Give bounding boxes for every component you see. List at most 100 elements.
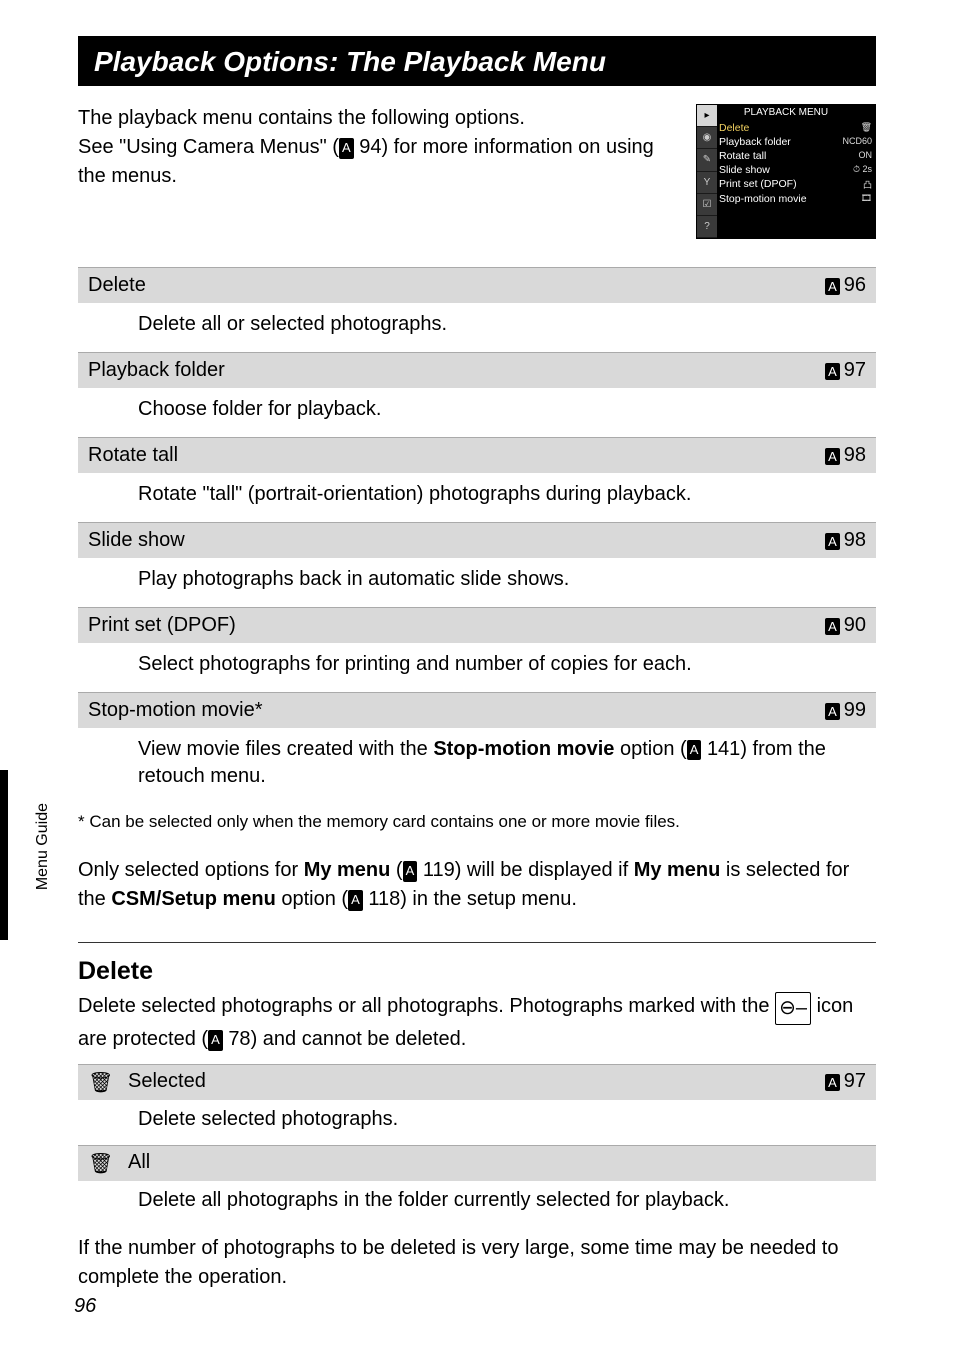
thumb-row-value: ON [859,150,873,162]
thumb-row-value: 凸 [863,178,872,191]
thumb-row-value: 🗑 [861,122,872,134]
footnote: * Can be selected only when the memory c… [78,804,876,856]
menu-row-title: Print set (DPOF) [88,614,236,637]
desc-bold: Stop-motion movie [433,738,614,760]
menu-row-ref-num: 98 [844,529,866,552]
menu-row-ref-num: 98 [844,444,866,467]
note-bold: CSM/Setup menu [111,888,275,910]
desc-text: View movie files created with the [138,738,433,760]
menu-row-ref-num: 99 [844,699,866,722]
delete-selected-icon: 🗑 [88,1070,128,1095]
desc-ref: 141 [707,738,740,760]
note-text: ( [390,859,402,881]
ref-num: 97 [844,1070,866,1093]
thumb-tab-retouch-icon: ☑ [697,194,717,216]
page-ref-icon: A [348,890,363,911]
thumb-tab-help-icon: ? [697,216,717,238]
thumb-row-label: Slide show [719,164,770,176]
thumb-tab-wrench-icon: Y [697,172,717,194]
thumb-row-label: Delete [719,122,749,134]
section-header: Playback Options: The Playback Menu [78,36,876,86]
menu-row-desc: Rotate "tall" (portrait-orientation) pho… [78,473,876,522]
page-ref-icon: A [825,278,840,295]
note-text: ) will be displayed if [455,859,634,881]
page-ref-icon: A [687,740,702,760]
note-bold: My menu [304,859,391,881]
protect-icon: ⊖– [775,992,811,1025]
menu-row-header: Stop-motion movie* A 99 [78,692,876,728]
thumb-title: PLAYBACK MENU [697,107,875,118]
thumb-row-value: NCD60 [842,136,872,148]
intro-line2a: See "Using Camera Menus" ( [78,136,339,158]
delete-body: Delete selected photographs or all photo… [78,992,876,1054]
menu-row-desc: View movie files created with the Stop-m… [78,728,876,804]
delete-tail-note: If the number of photographs to be delet… [78,1234,876,1292]
camera-screen-thumbnail: ▸ ◉ ✎ Y ☑ ? PLAYBACK MENU Delete🗑 Playba… [696,104,876,239]
page-ref-icon: A [825,1074,840,1091]
page-ref-icon: A [403,861,418,882]
intro-ref: 94 [359,136,381,158]
side-tab-label: Menu Guide [34,803,52,890]
thumb-row: Slide show ⏱ 2s [719,163,872,177]
page-ref-icon: A [825,448,840,465]
page-ref-icon: A [825,703,840,720]
body-text: Delete selected photographs or all photo… [78,995,775,1017]
intro-text: The playback menu contains the following… [78,104,680,239]
page-ref-icon: A [208,1030,223,1051]
delete-all-icon: 🗑 [88,1151,128,1176]
menu-row-header: Delete A 96 [78,267,876,303]
note-ref: 118 [368,888,400,910]
desc-text: option ( [614,738,686,760]
delete-option-desc: Delete all photographs in the folder cur… [78,1181,876,1226]
menu-row-ref: A 96 [825,274,866,297]
intro-line1: The playback menu contains the following… [78,107,525,129]
menu-row-ref: A 97 [825,359,866,382]
page-number: 96 [74,1295,96,1318]
mymenu-note: Only selected options for My menu (A 119… [78,856,876,936]
thumb-row: Print set (DPOF) 凸 [719,177,872,192]
menu-row-title: Playback folder [88,359,225,382]
note-text: Only selected options for [78,859,304,881]
thumb-row-label: Stop-motion movie [719,193,807,205]
thumb-row-label: Print set (DPOF) [719,178,797,191]
menu-row-header: Slide show A 98 [78,522,876,558]
menu-row-ref: A 90 [825,614,866,637]
menu-row-header: Print set (DPOF) A 90 [78,607,876,643]
menu-row-header: Playback folder A 97 [78,352,876,388]
side-tab-strip [0,770,8,940]
menu-row-desc: Select photographs for printing and numb… [78,643,876,692]
menu-row-ref-num: 96 [844,274,866,297]
menu-row-ref: A 99 [825,699,866,722]
body-text: ) and cannot be deleted. [251,1028,467,1050]
note-text: option ( [276,888,348,910]
menu-row-title: Rotate tall [88,444,178,467]
thumb-row-value: ⏱ 2s [853,164,872,176]
thumb-row-label: Rotate tall [719,150,766,162]
divider [78,942,876,943]
thumb-row-value: 🎞 [861,193,872,205]
delete-heading: Delete [78,957,876,986]
thumb-row: Rotate tall ON [719,149,872,163]
delete-option-desc: Delete selected photographs. [78,1100,876,1145]
thumb-row: Delete 🗑 [719,121,872,135]
note-bold: My menu [634,859,721,881]
menu-row-desc: Choose folder for playback. [78,388,876,437]
menu-row-ref-num: 90 [844,614,866,637]
menu-row-title: Stop-motion movie* [88,699,263,722]
menu-row-ref: A 98 [825,529,866,552]
delete-option-label: All [128,1151,866,1176]
delete-option-ref: A 97 [825,1070,866,1095]
menu-row-header: Rotate tall A 98 [78,437,876,473]
menu-row-title: Delete [88,274,146,297]
delete-option-header: 🗑 Selected A 97 [78,1064,876,1100]
menu-row-ref-num: 97 [844,359,866,382]
delete-option-header: 🗑 All [78,1145,876,1181]
playback-menu-table: Delete A 96 Delete all or selected photo… [78,267,876,804]
thumb-tab-pencil-icon: ✎ [697,149,717,171]
note-text: ) in the setup menu. [400,888,577,910]
page-ref-icon: A [825,533,840,550]
body-ref: 78 [228,1028,250,1050]
page-ref-icon: A [825,618,840,635]
thumb-tab-camera-icon: ◉ [697,127,717,149]
menu-row-ref: A 98 [825,444,866,467]
